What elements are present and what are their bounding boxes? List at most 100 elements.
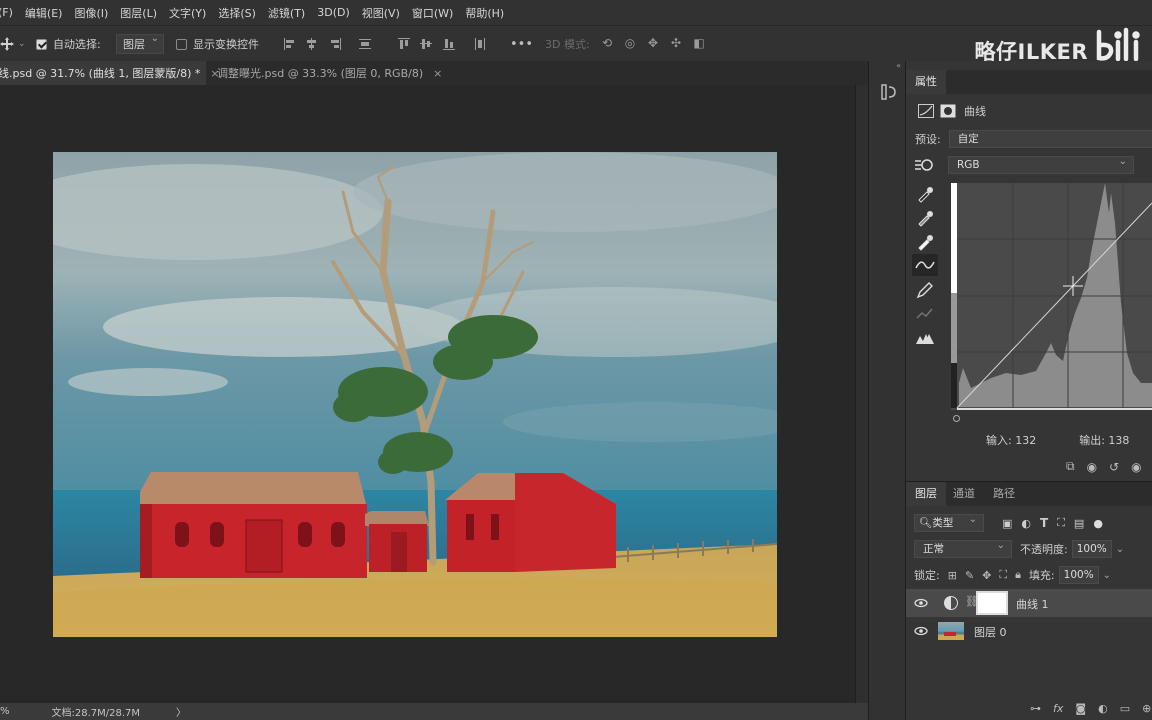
status-menu-arrow[interactable]: 〉: [176, 704, 186, 719]
visibility-icon[interactable]: ◉: [1131, 460, 1141, 474]
eyedropper-black-icon[interactable]: [914, 184, 936, 204]
tab-paths[interactable]: 路径: [984, 482, 1024, 506]
opacity-input[interactable]: 100%: [1071, 540, 1112, 558]
filter-type-icon[interactable]: T: [1040, 516, 1048, 530]
layer-row-curves[interactable]: ⛓ 曲线 1: [906, 589, 1152, 617]
chevron-down-icon[interactable]: ⌄: [1116, 544, 1124, 555]
layer-filter-select[interactable]: 🔍︎类型: [914, 512, 984, 532]
3d-slide-icon[interactable]: ✣: [669, 36, 683, 50]
align-center-icon[interactable]: [306, 38, 318, 50]
chevron-down-icon[interactable]: ⌄: [1103, 570, 1111, 581]
filter-pixel-icon[interactable]: ▣: [1002, 517, 1012, 530]
smooth-icon[interactable]: [914, 304, 936, 324]
blend-mode-select[interactable]: 正常: [914, 538, 1012, 558]
filter-toggle-icon[interactable]: ●: [1093, 517, 1103, 530]
tab-channels[interactable]: 通道: [944, 482, 984, 506]
lock-image-icon[interactable]: ✎: [965, 569, 974, 582]
lock-label: 锁定:: [914, 569, 940, 582]
menu-item-1[interactable]: 编辑(E): [19, 5, 69, 21]
menu-item-4[interactable]: 文字(Y): [163, 5, 212, 21]
distribute-vertical-icon[interactable]: [474, 38, 486, 50]
menu-item-10[interactable]: 帮助(H): [459, 5, 510, 21]
collapse-icon[interactable]: «: [869, 61, 907, 71]
channel-select[interactable]: RGB: [948, 154, 1134, 174]
chevron-down-icon[interactable]: ⌄: [18, 39, 26, 49]
3d-pan-icon[interactable]: ✥: [646, 36, 660, 50]
doc-info[interactable]: 文档:28.7M/28.7M: [52, 704, 141, 719]
tab-label: 调整曝光.psd @ 33.3% (图层 0, RGB/8): [217, 67, 424, 80]
menu-item-6[interactable]: 滤镜(T): [262, 5, 311, 21]
curve-point-tool-button[interactable]: [912, 254, 938, 276]
layer-mask-thumbnail[interactable]: [976, 591, 1008, 615]
align-left-icon[interactable]: [284, 38, 296, 50]
eyedropper-gray-icon[interactable]: [914, 208, 936, 228]
preset-select[interactable]: 自定: [948, 130, 1152, 148]
fx-icon[interactable]: fx: [1053, 702, 1063, 715]
show-transform-checkbox[interactable]: [176, 38, 187, 50]
align-right-icon[interactable]: [329, 38, 341, 50]
layer-row-base[interactable]: 图层 0: [906, 617, 1152, 645]
menu-item-5[interactable]: 选择(S): [212, 5, 262, 21]
pencil-icon[interactable]: [914, 280, 936, 300]
eyedropper-white-icon[interactable]: [914, 232, 936, 252]
3d-scale-icon[interactable]: ◧: [692, 36, 706, 50]
align-bottom-icon[interactable]: [443, 38, 455, 50]
mask-icon[interactable]: [940, 104, 956, 118]
align-top-icon[interactable]: [398, 38, 410, 50]
menu-item-8[interactable]: 视图(V): [356, 5, 406, 21]
filter-adjustment-icon[interactable]: ◐: [1021, 517, 1031, 530]
move-tool-icon[interactable]: ⌄: [0, 26, 26, 62]
document-image[interactable]: [53, 152, 777, 637]
filter-shape-icon[interactable]: ⛶: [1057, 516, 1065, 530]
auto-select-target-dropdown[interactable]: 图层: [116, 33, 164, 54]
eye-icon[interactable]: [914, 626, 928, 636]
vertical-scrollbar[interactable]: [855, 85, 868, 703]
adjustment-icon[interactable]: ◐: [1098, 702, 1108, 715]
layer-name[interactable]: 图层 0: [974, 624, 1007, 640]
status-bar: % 文档:28.7M/28.7M 〉: [0, 703, 868, 720]
show-transform-label: 显示变换控件: [193, 38, 259, 51]
menu-item-7[interactable]: 3D(D): [311, 6, 356, 19]
menu-item-9[interactable]: 窗口(W): [406, 5, 459, 21]
link-icon[interactable]: ⊶: [1030, 702, 1041, 715]
layer-name[interactable]: 曲线 1: [1016, 596, 1049, 612]
clip-to-layer-icon[interactable]: ⧉: [1066, 459, 1075, 474]
reset-icon[interactable]: ↺: [1109, 460, 1119, 474]
group-icon[interactable]: ▭: [1120, 702, 1130, 715]
menu-item-2[interactable]: 图像(I): [68, 5, 114, 21]
history-icon[interactable]: [881, 83, 897, 101]
tab-layers[interactable]: 图层: [906, 482, 946, 506]
eye-icon[interactable]: [914, 598, 928, 608]
3d-orbit-icon[interactable]: ⟲: [600, 36, 614, 50]
lock-position-icon[interactable]: ✥: [982, 569, 991, 582]
new-layer-icon[interactable]: ⊕: [1142, 702, 1151, 715]
close-icon[interactable]: ×: [433, 67, 442, 80]
curve-point-icon: [915, 261, 935, 269]
tab-properties[interactable]: 属性: [906, 70, 946, 94]
fill-input[interactable]: 100%: [1058, 566, 1099, 584]
mode-3d-label: 3D 模式:: [545, 38, 590, 51]
tab-document-1[interactable]: 线.psd @ 31.7% (曲线 1, 图层蒙版/8) * ×: [0, 61, 220, 85]
tab-document-2[interactable]: 调整曝光.psd @ 33.3% (图层 0, RGB/8) ×: [217, 61, 442, 85]
menu-item-3[interactable]: 图层(L): [114, 5, 163, 21]
lock-transparent-icon[interactable]: ⊞: [948, 569, 957, 582]
distribute-icon[interactable]: [359, 38, 371, 50]
curves-graph[interactable]: [951, 183, 1152, 410]
3d-roll-icon[interactable]: ◎: [623, 36, 637, 50]
filter-smart-object-icon[interactable]: ▤: [1074, 517, 1084, 530]
targeted-adjustment-icon[interactable]: [915, 157, 935, 173]
align-middle-icon[interactable]: [420, 38, 432, 50]
auto-select-label: 自动选择:: [53, 38, 101, 51]
zoom-readout[interactable]: %: [0, 706, 10, 717]
more-options-button[interactable]: •••: [510, 26, 533, 62]
auto-select-checkbox[interactable]: [36, 38, 47, 50]
black-point-slider[interactable]: [953, 415, 960, 422]
layer-thumbnail[interactable]: [938, 622, 964, 640]
view-previous-icon[interactable]: ◉: [1087, 460, 1097, 474]
adjustment-type-label: 曲线: [964, 105, 986, 118]
lock-all-icon[interactable]: 🔒︎: [1015, 568, 1021, 582]
lock-artboard-icon[interactable]: ⛶: [999, 568, 1007, 582]
clipping-warning-icon[interactable]: [914, 328, 936, 348]
mask-icon[interactable]: ◙: [1075, 702, 1086, 715]
menu-item-0[interactable]: (F): [0, 6, 19, 19]
